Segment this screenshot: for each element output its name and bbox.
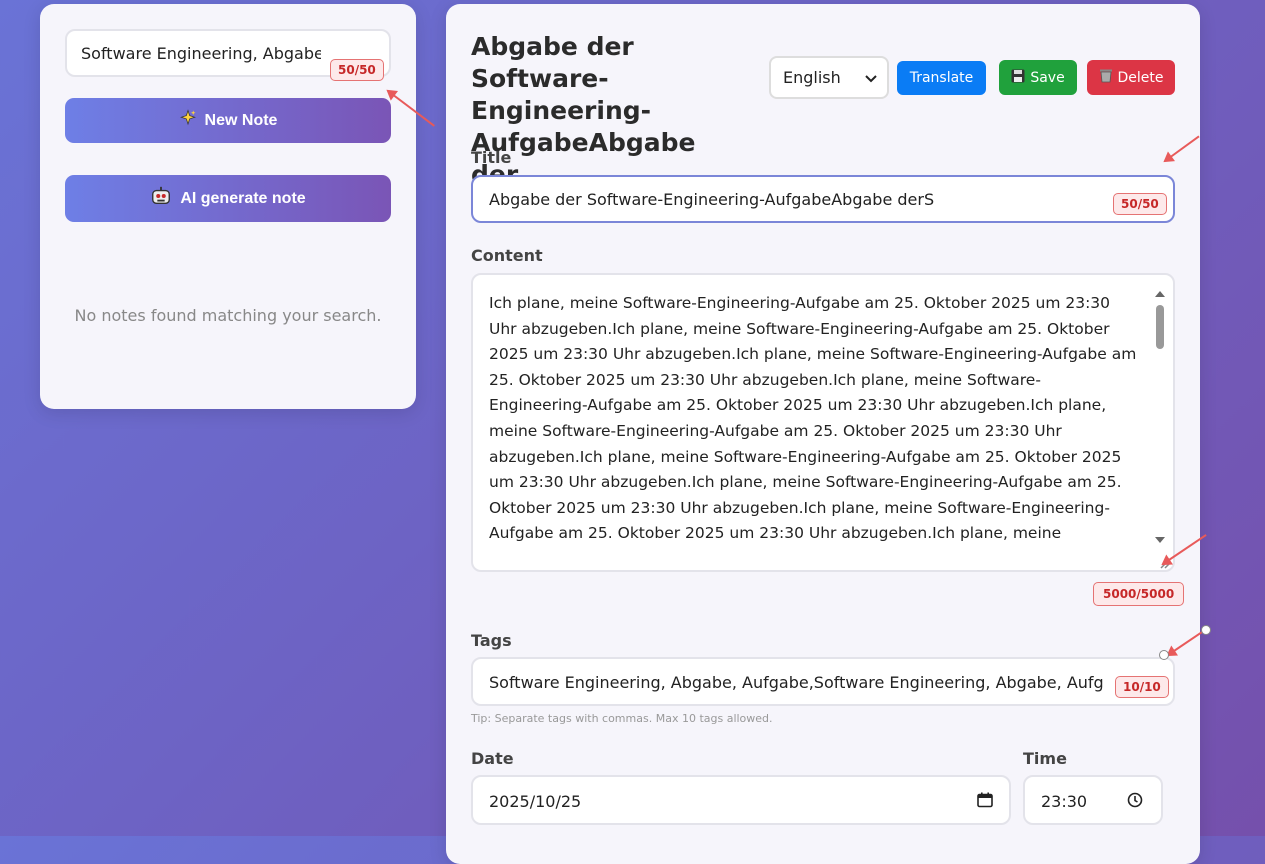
search-input[interactable]: Software Engineering, Abgabe, Aufgabe [81, 44, 321, 63]
ai-generate-label: AI generate note [180, 189, 306, 207]
language-select[interactable]: English [769, 56, 889, 99]
content-text[interactable]: Ich plane, meine Software-Engineering-Au… [489, 291, 1139, 569]
new-note-label: New Note [204, 111, 278, 129]
content-textarea[interactable]: Ich plane, meine Software-Engineering-Au… [471, 273, 1175, 572]
tags-field[interactable]: Software Engineering, Abgabe, Aufgabe,So… [471, 657, 1175, 706]
content-label: Content [471, 246, 543, 265]
chevron-down-icon [865, 68, 877, 87]
content-char-counter: 5000/5000 [1093, 582, 1185, 606]
search-char-counter: 50/50 [330, 59, 384, 81]
tags-label: Tags [471, 631, 512, 650]
sparkles-icon [179, 109, 197, 132]
empty-state-message: No notes found matching your search. [74, 306, 382, 325]
time-input[interactable]: 23:30 [1041, 792, 1087, 811]
save-label: Save [1030, 69, 1065, 86]
tags-counter: 10/10 [1115, 676, 1169, 698]
tags-tip: Tip: Separate tags with commas. Max 10 t… [471, 712, 773, 725]
floppy-disk-icon [1011, 69, 1025, 87]
new-note-button[interactable]: New Note [65, 98, 391, 143]
title-label: Title [471, 148, 512, 167]
search-field[interactable]: Software Engineering, Abgabe, Aufgabe 50… [65, 29, 391, 81]
note-editor: Abgabe der Software-Engineering-AufgabeA… [446, 4, 1200, 864]
date-field[interactable]: 2025/10/25 [471, 775, 1011, 825]
annotation-dot [1201, 625, 1211, 635]
ai-generate-note-button[interactable]: AI generate note [65, 175, 391, 222]
content-scrollbar[interactable] [1153, 283, 1167, 545]
robot-icon [150, 185, 172, 212]
delete-label: Delete [1117, 69, 1164, 86]
translate-button[interactable]: Translate [897, 61, 986, 95]
date-input[interactable]: 2025/10/25 [489, 792, 581, 811]
note-heading: Abgabe der Software-Engineering-AufgabeA… [471, 32, 696, 189]
title-field[interactable]: Abgabe der Software-Engineering-AufgabeA… [471, 175, 1175, 223]
notes-sidebar: Software Engineering, Abgabe, Aufgabe 50… [40, 4, 416, 409]
clock-icon[interactable] [1127, 792, 1143, 813]
tags-input[interactable]: Software Engineering, Abgabe, Aufgabe,So… [489, 673, 1104, 692]
delete-button[interactable]: Delete [1087, 60, 1175, 95]
time-label: Time [1023, 749, 1067, 768]
language-selected: English [783, 68, 841, 87]
calendar-icon[interactable] [977, 792, 993, 813]
annotation-dot [1159, 650, 1169, 660]
title-input[interactable]: Abgabe der Software-Engineering-AufgabeA… [489, 190, 1089, 209]
translate-label: Translate [909, 70, 974, 86]
title-char-counter: 50/50 [1113, 193, 1167, 215]
save-button[interactable]: Save [999, 60, 1077, 95]
trash-icon [1099, 68, 1113, 87]
time-field[interactable]: 23:30 [1023, 775, 1163, 825]
date-label: Date [471, 749, 514, 768]
